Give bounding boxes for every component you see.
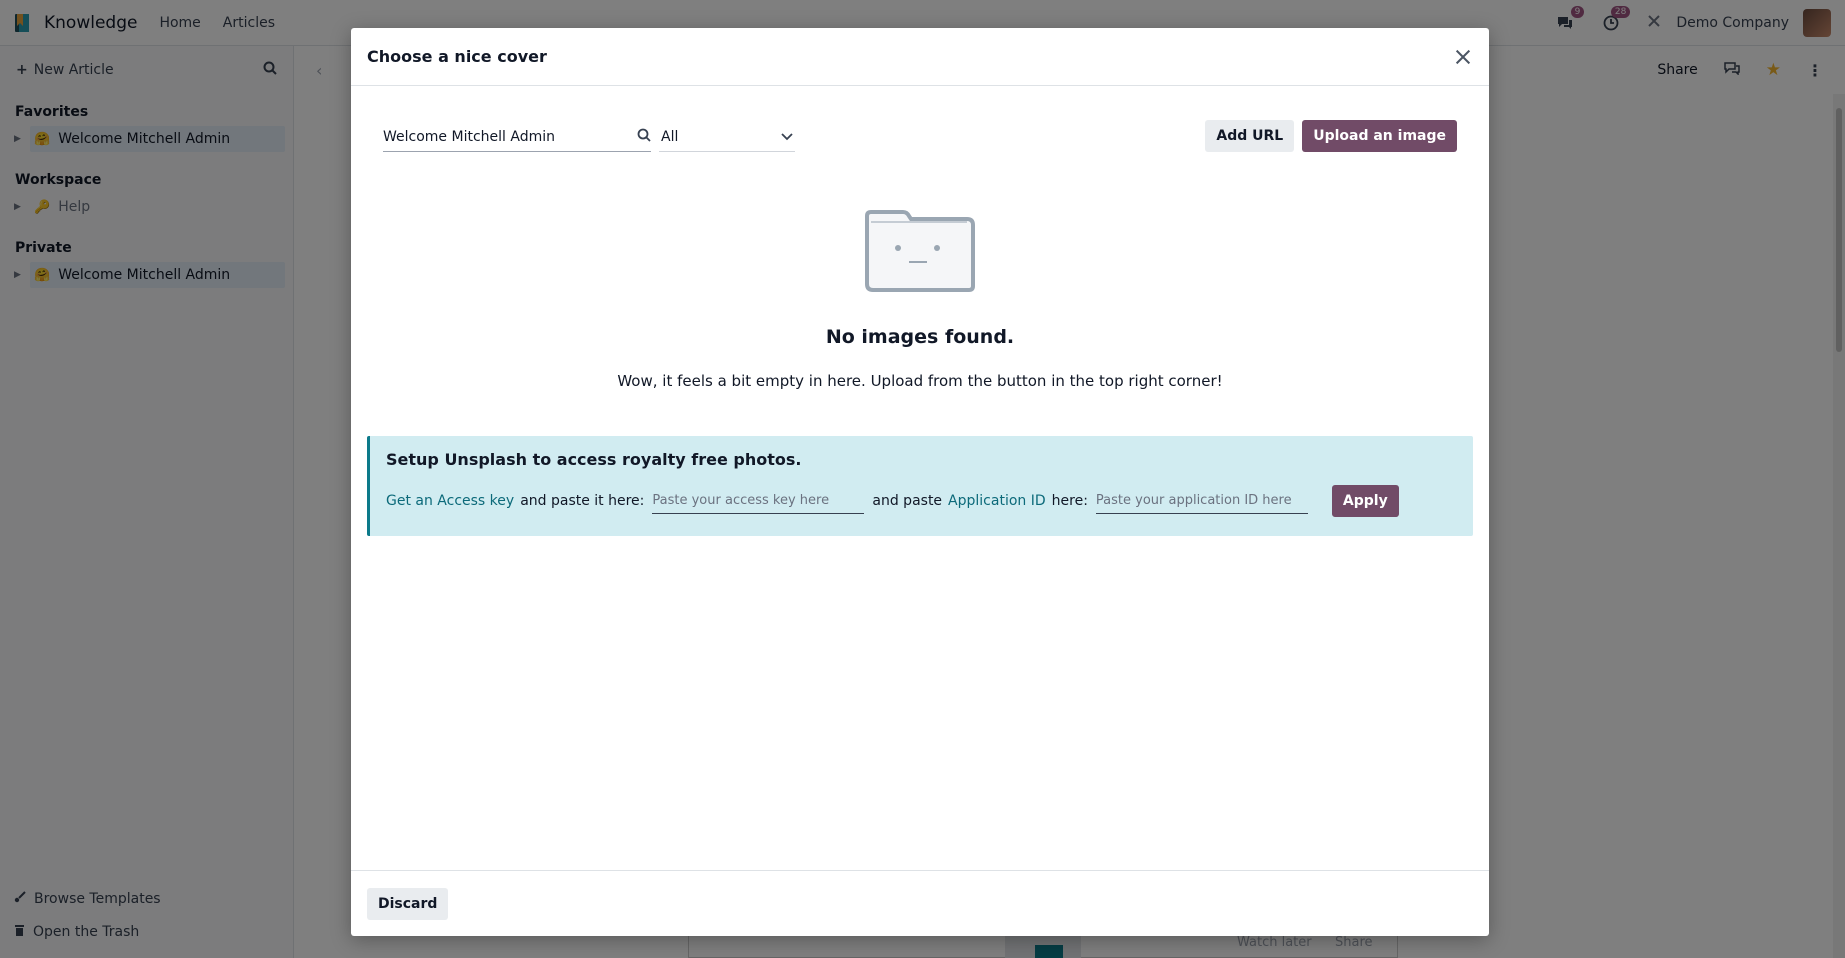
upload-image-button[interactable]: Upload an image xyxy=(1302,120,1457,152)
close-icon[interactable] xyxy=(1453,47,1473,67)
search-input[interactable] xyxy=(383,128,613,145)
paste-here-text: and paste it here: xyxy=(520,493,645,509)
application-id-link[interactable]: Application ID xyxy=(948,493,1046,509)
cover-dialog: Choose a nice cover All Add URL Upload a… xyxy=(351,28,1489,936)
empty-state-title: No images found. xyxy=(825,326,1015,348)
here-text: here: xyxy=(1051,493,1088,509)
dialog-header: Choose a nice cover xyxy=(351,28,1489,86)
dialog-title: Choose a nice cover xyxy=(367,47,547,66)
add-url-button[interactable]: Add URL xyxy=(1205,120,1295,152)
search-icon[interactable] xyxy=(637,128,651,146)
dialog-body: All Add URL Upload an image No images fo… xyxy=(351,86,1489,870)
chevron-down-icon xyxy=(781,129,793,145)
filter-selected-value: All xyxy=(661,128,679,145)
get-access-key-link[interactable]: Get an Access key xyxy=(386,493,514,509)
unsplash-title: Setup Unsplash to access royalty free ph… xyxy=(386,450,802,469)
apply-button[interactable]: Apply xyxy=(1331,485,1399,517)
dialog-footer: Discard xyxy=(351,870,1489,936)
discard-button[interactable]: Discard xyxy=(367,887,449,920)
empty-state-subtitle: Wow, it feels a bit empty in here. Uploa… xyxy=(617,372,1223,390)
source-filter-select[interactable]: All xyxy=(659,122,795,152)
application-id-input[interactable] xyxy=(1095,488,1308,514)
empty-folder-icon xyxy=(863,210,977,292)
and-paste-text: and paste xyxy=(872,493,943,509)
search-field xyxy=(383,122,651,152)
unsplash-setup-alert: Setup Unsplash to access royalty free ph… xyxy=(367,436,1473,536)
access-key-input[interactable] xyxy=(652,488,865,514)
